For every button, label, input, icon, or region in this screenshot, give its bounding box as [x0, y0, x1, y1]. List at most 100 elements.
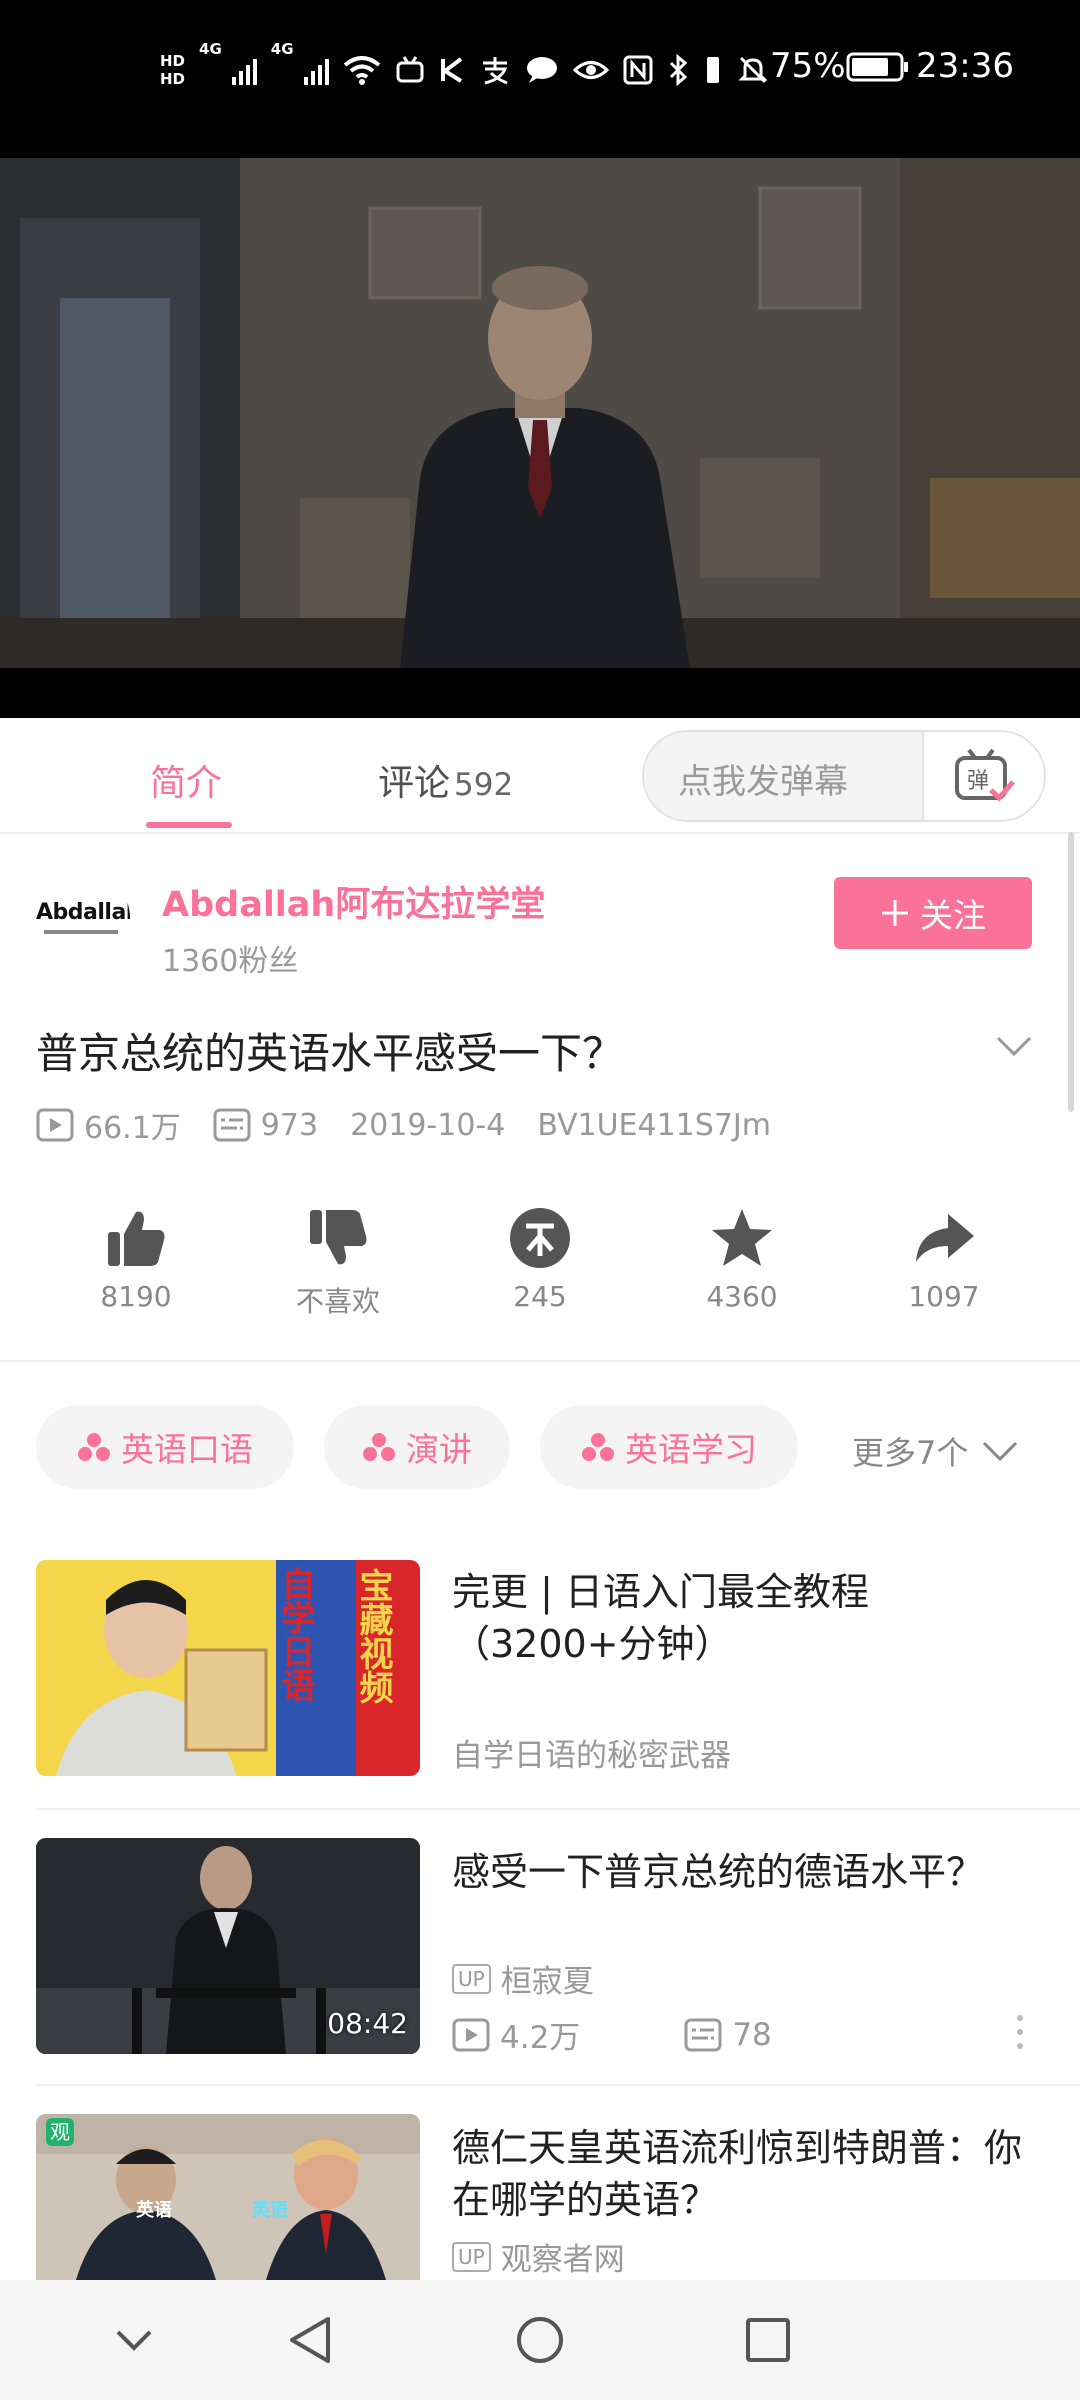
scroll-indicator[interactable] [1068, 832, 1074, 1112]
bvid: BV1UE411S7Jm [537, 1107, 771, 1143]
clock: 23:36 [916, 46, 1014, 86]
like-count: 8190 [100, 1280, 172, 1313]
more-tags-button[interactable]: 更多7个 [852, 1428, 1018, 1474]
related-thumbnail[interactable]: 08:42 [36, 1838, 420, 2054]
signal2-icon [303, 55, 329, 85]
related-title[interactable]: 完更 | 日语入门最全教程（3200+分钟） [452, 1566, 1042, 1670]
tab-comments-label: 评论 [378, 763, 451, 804]
danmaku-count-icon [213, 1108, 251, 1142]
related-danmaku: 78 [732, 2016, 772, 2053]
related-thumbnail[interactable]: 观 英语 英语 [36, 2114, 420, 2280]
alipay-icon [482, 57, 508, 85]
wifi-icon [343, 56, 380, 85]
app-k-icon [440, 57, 462, 83]
status-bar: HD HD 4G 4G 75% 23:36 [0, 0, 1080, 158]
network2-label: 4G [270, 40, 294, 58]
related-uploader: UP 观察者网 [452, 2234, 625, 2279]
related-uploader-name: 桓寂夏 [500, 1964, 594, 2000]
favorite-button[interactable]: 4360 [662, 1206, 822, 1313]
danmaku-stat: 973 [213, 1108, 318, 1143]
danmaku-count-icon [684, 2018, 722, 2051]
related-title[interactable]: 感受一下普京总统的德语水平？ [452, 1846, 1042, 1898]
avatar-subtext-line [44, 930, 118, 934]
tag-icon [78, 1433, 110, 1461]
chevron-down-icon[interactable] [996, 1032, 1032, 1062]
views-count: 66.1万 [84, 1111, 181, 1146]
hd-badge: HD HD [160, 52, 185, 88]
battery-icon [846, 52, 908, 82]
tab-intro[interactable]: 简介 [150, 754, 222, 806]
video-player[interactable] [0, 158, 1080, 718]
chevron-down-icon [983, 1441, 1018, 1462]
hide-nav-button[interactable] [104, 2310, 164, 2370]
battery-percent: 75% [770, 46, 846, 86]
uploader-name[interactable]: Abdallah阿布达拉学堂 [162, 876, 545, 927]
eye-icon [572, 61, 609, 79]
tag-label: 演讲 [406, 1430, 472, 1469]
uploader-avatar[interactable]: Abdallah [34, 870, 130, 966]
more-options-icon[interactable] [1010, 2012, 1030, 2052]
detail-tabs-bar: 简介 评论 592 点我发弹幕 弹 [0, 718, 1080, 834]
video-stats: 66.1万 973 2019-10-4 BV1UE411S7Jm [36, 1103, 803, 1147]
plus-icon [882, 900, 908, 926]
recents-square-icon [746, 2318, 790, 2362]
tab-intro-indicator [146, 822, 232, 828]
home-circle-icon [517, 2317, 563, 2363]
tag-icon [363, 1433, 395, 1461]
related-thumbnail[interactable]: 自学日语 宝藏视频 [36, 1560, 420, 1776]
up-badge: UP [452, 2241, 491, 2272]
video-title: 普京总统的英语水平感受一下？ [36, 1029, 625, 1078]
bilibili-notify-icon [396, 56, 424, 83]
tab-comments[interactable]: 评论 592 [378, 754, 513, 806]
related-uploader-name: 观察者网 [500, 2242, 625, 2278]
tag-speech[interactable]: 演讲 [324, 1405, 510, 1489]
star-icon [712, 1209, 772, 1266]
thumbs-up-icon [108, 1211, 165, 1266]
related-uploader: UP 桓寂夏 [452, 1956, 594, 2001]
svg-text:弹: 弹 [967, 769, 989, 794]
follow-label: 关注 [920, 896, 986, 935]
video-frame [0, 158, 1080, 668]
recents-button[interactable] [738, 2310, 798, 2370]
tag-english-speaking[interactable]: 英语口语 [36, 1405, 294, 1489]
favorite-count: 4360 [706, 1280, 778, 1313]
tag-label: 英语口语 [121, 1430, 253, 1469]
play-count-icon [452, 2018, 490, 2051]
thumb-label-b: 英语 [252, 2200, 288, 2221]
thumbs-down-icon [310, 1210, 367, 1265]
views-stat: 66.1万 [36, 1103, 181, 1147]
share-arrow-icon [916, 1214, 974, 1262]
dislike-button[interactable]: 不喜欢 [258, 1206, 418, 1320]
thumb-corner-badge: 观 [46, 2118, 74, 2146]
nfc-icon [623, 55, 653, 85]
more-tags-label: 更多7个 [852, 1434, 969, 1472]
play-count-icon [36, 1108, 74, 1142]
vibrate-icon [706, 57, 719, 83]
danmaku-toggle-button[interactable]: 弹 [922, 732, 1044, 820]
danmaku-input-box[interactable]: 点我发弹幕 弹 [642, 730, 1046, 822]
video-duration: 08:42 [327, 2007, 408, 2040]
tag-icon [582, 1433, 614, 1461]
network1-label: 4G [199, 40, 222, 58]
like-button[interactable]: 8190 [56, 1206, 216, 1313]
bluetooth-icon [669, 54, 687, 86]
avatar-text: Abdallah [36, 900, 130, 925]
home-button[interactable] [510, 2310, 570, 2370]
coin-count: 245 [513, 1280, 567, 1313]
back-button[interactable] [280, 2310, 340, 2370]
back-triangle-icon [290, 2317, 330, 2363]
tag-english-learning[interactable]: 英语学习 [540, 1405, 798, 1489]
share-button[interactable]: 1097 [864, 1206, 1024, 1313]
publish-date: 2019-10-4 [350, 1107, 506, 1143]
system-nav-bar [0, 2280, 1080, 2400]
related-title[interactable]: 德仁天皇英语流利惊到特朗普：你在哪学的英语？ [452, 2122, 1042, 2226]
signal1-icon [231, 55, 257, 85]
danmaku-count: 973 [260, 1107, 319, 1143]
up-badge: UP [452, 1963, 491, 1994]
list-divider [36, 1808, 1080, 1810]
follow-button[interactable]: 关注 [834, 877, 1032, 949]
thumb-label-a: 英语 [136, 2200, 172, 2221]
date-stat: 2019-10-4 [350, 1108, 505, 1143]
coin-button[interactable]: 245 [460, 1206, 620, 1313]
danmaku-input-placeholder[interactable]: 点我发弹幕 [678, 754, 848, 803]
